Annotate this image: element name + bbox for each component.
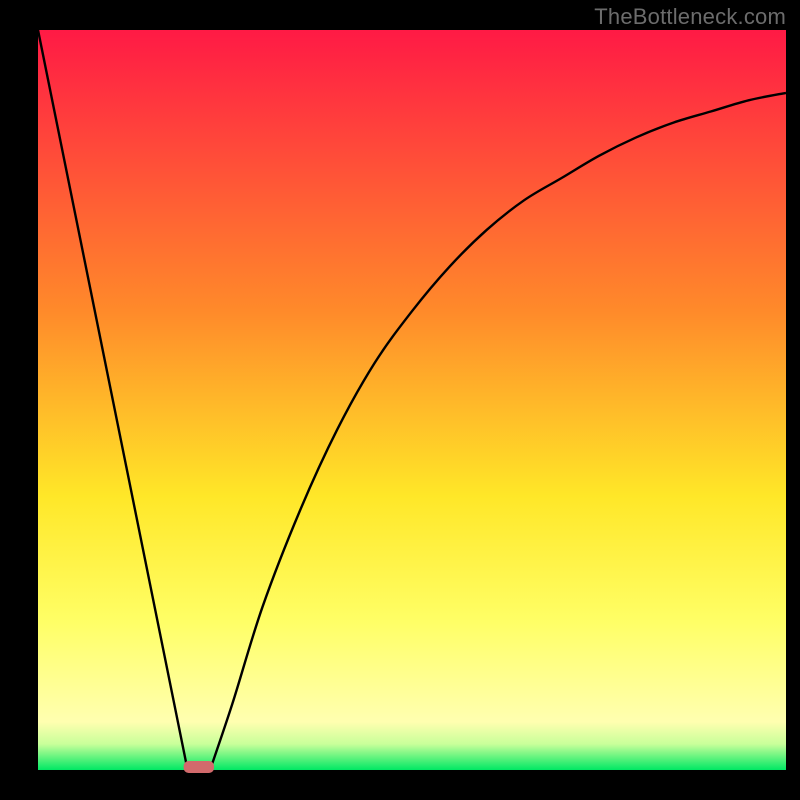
chart-svg [0, 0, 800, 800]
chart-canvas: TheBottleneck.com [0, 0, 800, 800]
plot-area [38, 30, 786, 770]
valley-marker [184, 761, 214, 773]
watermark-text: TheBottleneck.com [594, 4, 786, 30]
